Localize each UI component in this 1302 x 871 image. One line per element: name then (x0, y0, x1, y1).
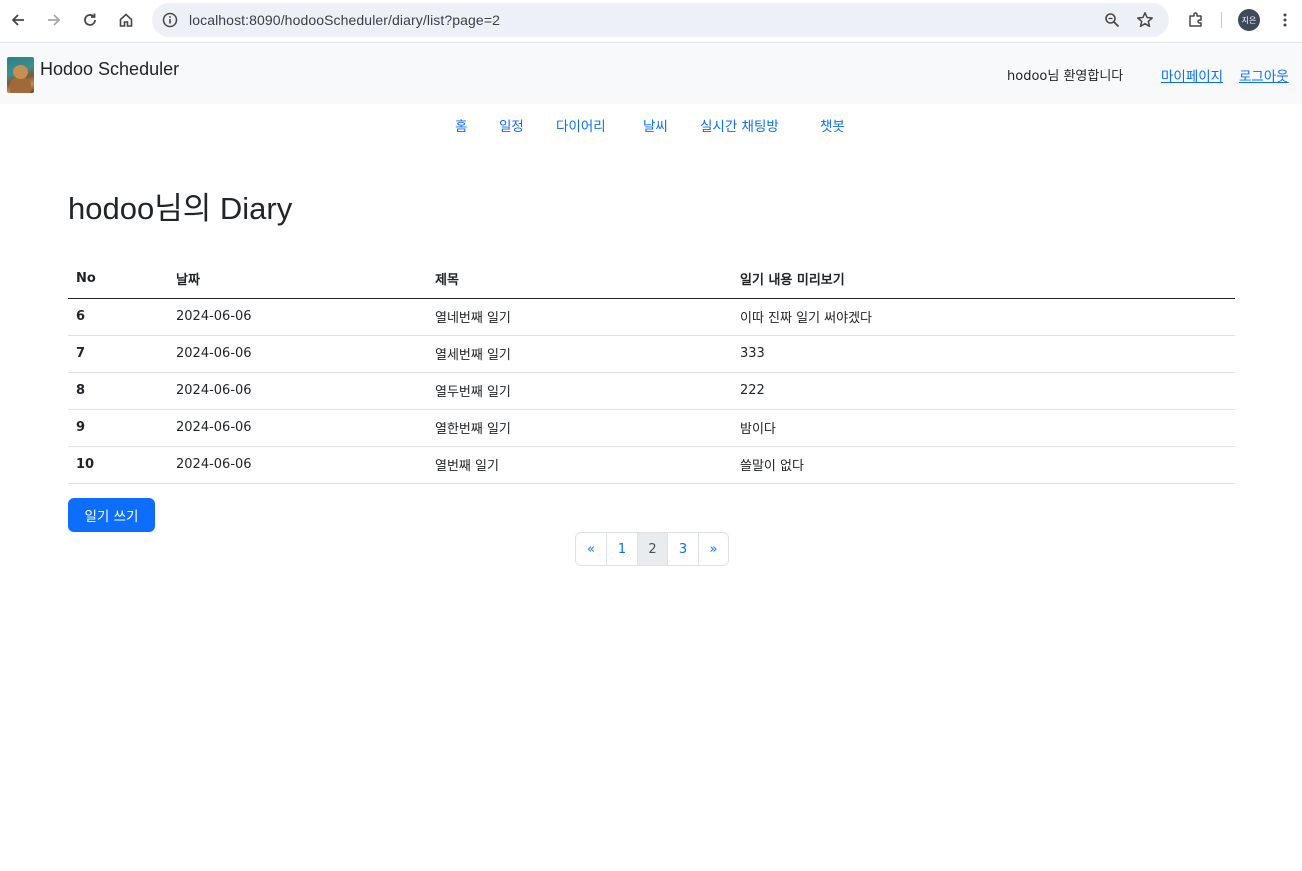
pagination-page-1[interactable]: 1 (606, 533, 637, 565)
row-preview: 쓸말이 없다 (732, 446, 1235, 484)
url-text[interactable]: localhost:8090/hodooScheduler/diary/list… (189, 3, 500, 37)
table-row[interactable]: 9 2024-06-06 열한번째 일기 밤이다 (68, 409, 1235, 447)
row-title[interactable]: 열네번째 일기 (427, 298, 732, 336)
table-row[interactable]: 10 2024-06-06 열번째 일기 쓸말이 없다 (68, 446, 1235, 484)
reload-icon[interactable] (78, 8, 102, 32)
row-no: 8 (68, 372, 168, 410)
logout-link[interactable]: 로그아웃 (1239, 65, 1289, 85)
table-header-row: No 날짜 제목 일기 내용 미리보기 (68, 260, 1235, 299)
pagination-page-2[interactable]: 2 (637, 533, 667, 565)
row-no: 10 (68, 446, 168, 484)
brand-title[interactable]: Hodoo Scheduler (40, 59, 179, 80)
pagination-page-3[interactable]: 3 (667, 533, 698, 565)
diary-table: No 날짜 제목 일기 내용 미리보기 6 2024-06-06 열네번째 일기… (68, 260, 1235, 484)
extensions-icon[interactable] (1184, 8, 1208, 32)
nav-item-schedule[interactable]: 일정 (499, 115, 524, 135)
zoom-icon[interactable] (1102, 10, 1122, 30)
row-no: 6 (68, 298, 168, 336)
welcome-text: hodoo님 환영합니다 (1007, 69, 1124, 84)
home-icon[interactable] (114, 8, 138, 32)
nav-item-chatroom[interactable]: 실시간 채팅방 (700, 115, 779, 135)
browser-toolbar: localhost:8090/hodooScheduler/diary/list… (0, 0, 1302, 43)
column-header-no: No (68, 260, 168, 299)
row-title[interactable]: 열두번째 일기 (427, 372, 732, 410)
column-header-date: 날짜 (168, 260, 427, 299)
forward-arrow-icon[interactable] (42, 8, 66, 32)
toolbar-divider (1221, 12, 1222, 28)
row-no: 9 (68, 409, 168, 447)
pagination: « 1 2 3 » (575, 532, 729, 566)
row-date: 2024-06-06 (168, 372, 427, 410)
app-header: Hodoo Scheduler hodoo님 환영합니다 마이페이지 로그아웃 (0, 44, 1302, 104)
nav-item-chatbot[interactable]: 챗봇 (820, 115, 845, 135)
site-info-icon[interactable] (161, 11, 179, 29)
column-header-title: 제목 (427, 260, 732, 299)
table-row[interactable]: 8 2024-06-06 열두번째 일기 222 (68, 372, 1235, 410)
row-title[interactable]: 열한번째 일기 (427, 409, 732, 447)
back-arrow-icon[interactable] (6, 8, 30, 32)
row-no: 7 (68, 335, 168, 373)
address-bar[interactable]: localhost:8090/hodooScheduler/diary/list… (152, 3, 1169, 37)
row-title[interactable]: 열번째 일기 (427, 446, 732, 484)
table-row[interactable]: 6 2024-06-06 열네번째 일기 이따 진짜 일기 써야겠다 (68, 298, 1235, 336)
logo-image[interactable] (7, 57, 34, 93)
profile-avatar[interactable]: 지은 (1238, 9, 1260, 31)
row-date: 2024-06-06 (168, 298, 427, 336)
nav-item-home[interactable]: 홈 (455, 115, 467, 135)
row-title[interactable]: 열세번째 일기 (427, 335, 732, 373)
column-header-preview: 일기 내용 미리보기 (732, 260, 1235, 299)
write-diary-button[interactable]: 일기 쓰기 (68, 498, 155, 532)
nav-item-diary[interactable]: 다이어리 (556, 115, 606, 135)
nav-item-weather[interactable]: 날씨 (643, 115, 668, 135)
pagination-prev[interactable]: « (576, 533, 606, 565)
row-date: 2024-06-06 (168, 335, 427, 373)
row-preview: 이따 진짜 일기 써야겠다 (732, 298, 1235, 336)
row-date: 2024-06-06 (168, 409, 427, 447)
mypage-link[interactable]: 마이페이지 (1161, 65, 1223, 85)
page-title: hodoo님의 Diary (68, 191, 293, 226)
row-date: 2024-06-06 (168, 446, 427, 484)
row-preview: 222 (732, 372, 1235, 410)
table-row[interactable]: 7 2024-06-06 열세번째 일기 333 (68, 335, 1235, 373)
row-preview: 333 (732, 335, 1235, 373)
pagination-next[interactable]: » (698, 533, 728, 565)
menu-dots-icon[interactable] (1273, 8, 1297, 32)
main-nav: 홈 일정 다이어리 날씨 실시간 채팅방 챗봇 (0, 104, 1302, 144)
bookmark-star-icon[interactable] (1135, 10, 1155, 30)
row-preview: 밤이다 (732, 409, 1235, 447)
